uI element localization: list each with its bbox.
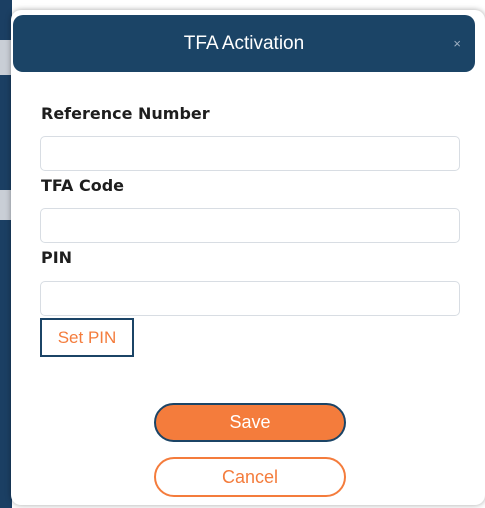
dialog-title: TFA Activation [183,33,305,54]
pin-input[interactable] [40,281,460,316]
reference-number-label: Reference Number [41,104,210,123]
background-app-top [0,0,485,10]
set-pin-button[interactable]: Set PIN [40,318,134,357]
save-button[interactable]: Save [154,403,346,442]
tfa-code-label: TFA Code [41,176,124,195]
pin-label: PIN [41,248,73,267]
dialog-header: TFA Activation × [13,15,475,72]
cancel-button[interactable]: Cancel [154,457,346,497]
reference-number-input[interactable] [40,136,460,171]
tfa-code-input[interactable] [40,208,460,243]
close-icon[interactable]: × [453,15,461,72]
